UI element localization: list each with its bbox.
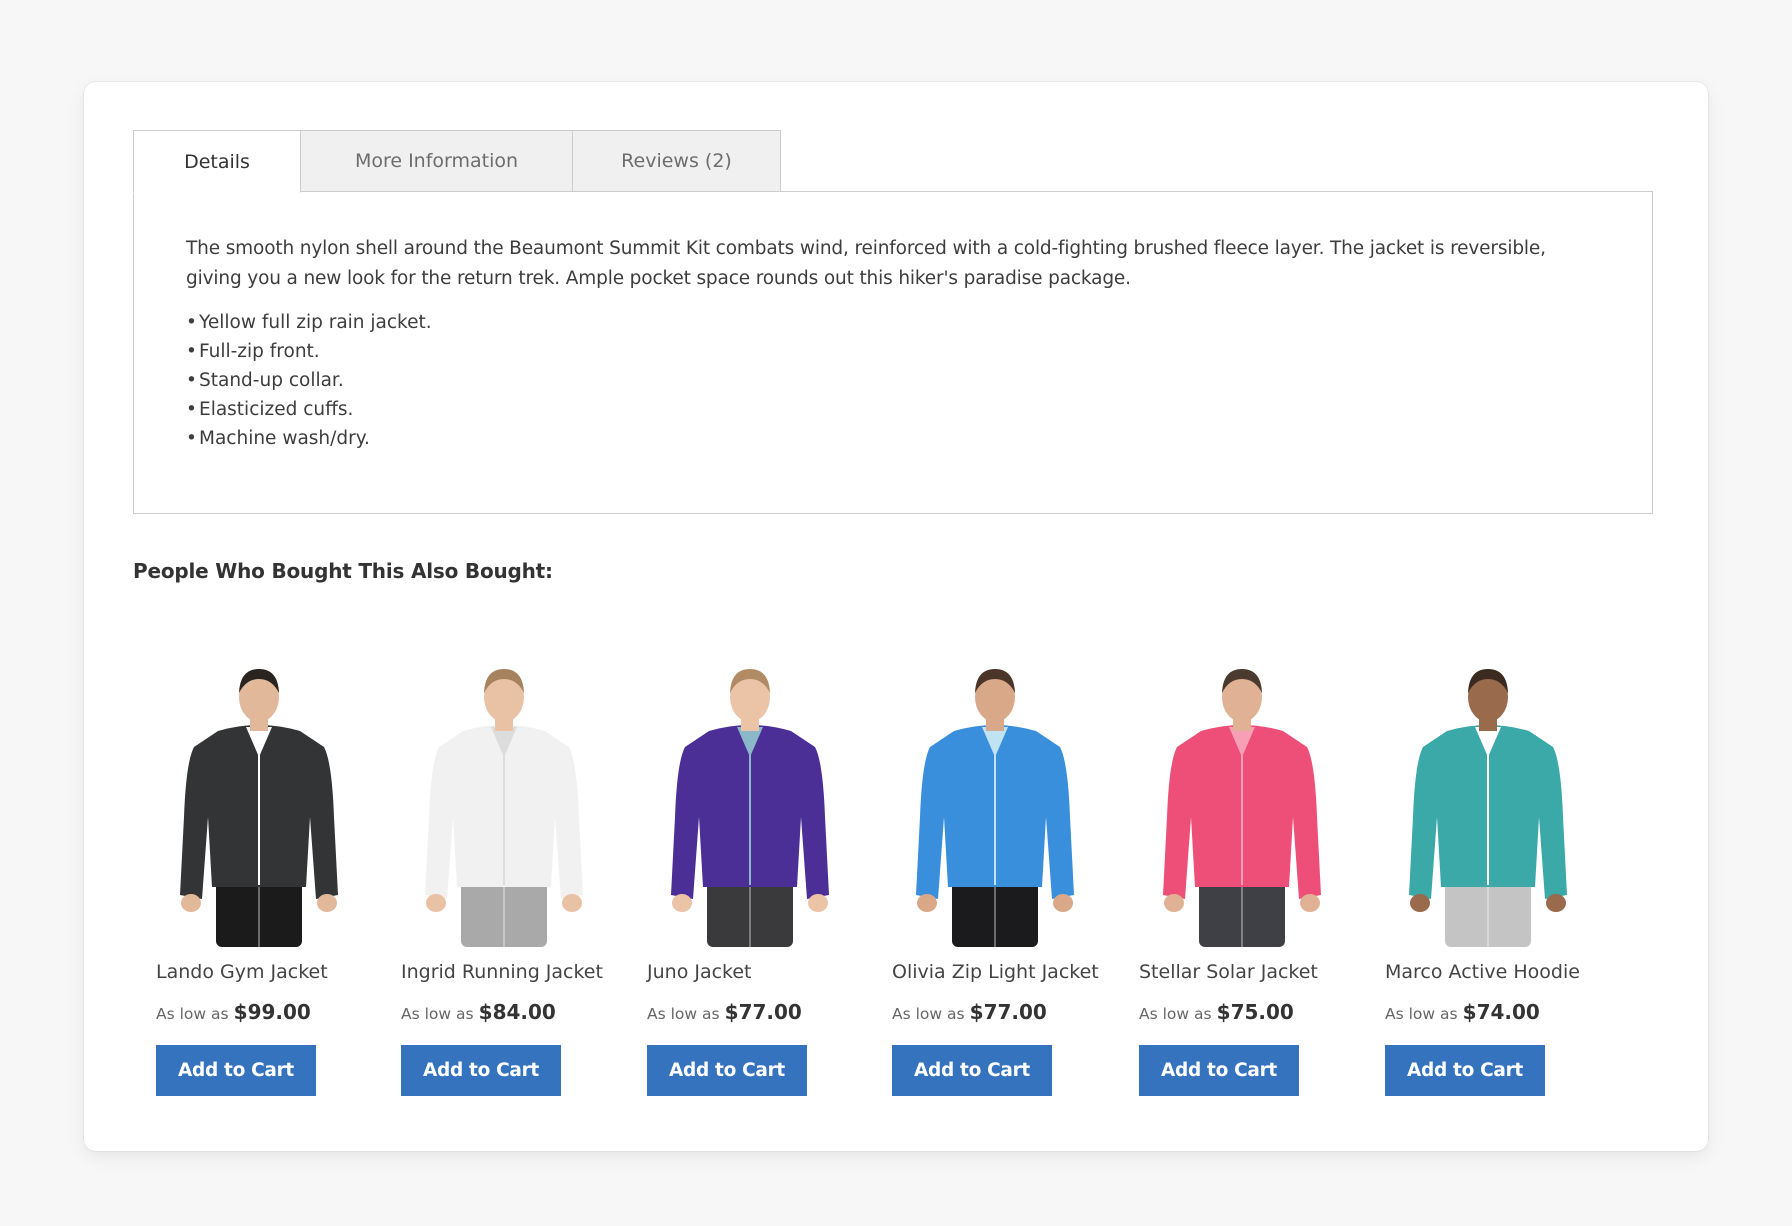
price-value: $75.00	[1216, 1000, 1294, 1024]
product-photo-figure	[916, 669, 1074, 947]
product-name-link[interactable]: Juno Jacket	[647, 961, 877, 983]
product-image[interactable]	[1383, 667, 1593, 947]
product-name-link[interactable]: Ingrid Running Jacket	[401, 961, 631, 983]
left-hand-shape	[426, 894, 446, 912]
product-name-link[interactable]: Marco Active Hoodie	[1385, 961, 1615, 983]
product-photo-figure	[1409, 669, 1567, 947]
product-image[interactable]	[399, 667, 609, 947]
product-item: Lando Gym Jacket As low as $99.00 Add to…	[156, 667, 386, 1096]
bullet-icon: •	[186, 341, 197, 362]
add-to-cart-button[interactable]: Add to Cart	[1385, 1045, 1545, 1096]
price-value: $84.00	[478, 1000, 556, 1024]
feature-text: Yellow full zip rain jacket.	[199, 312, 432, 333]
feature-text: Stand-up collar.	[199, 370, 344, 391]
price-line: As low as $74.00	[1385, 1000, 1615, 1024]
price-value: $99.00	[233, 1000, 311, 1024]
product-image[interactable]	[645, 667, 855, 947]
product-name-link[interactable]: Stellar Solar Jacket	[1139, 961, 1369, 983]
feature-item: • Stand-up collar.	[186, 366, 1600, 395]
tab-details[interactable]: Details	[133, 130, 301, 193]
right-hand-shape	[1053, 894, 1073, 912]
also-bought-heading: People Who Bought This Also Bought:	[133, 559, 553, 583]
feature-text: Machine wash/dry.	[199, 428, 370, 449]
left-hand-shape	[1164, 894, 1184, 912]
price-value: $74.00	[1462, 1000, 1540, 1024]
price-prefix: As low as	[156, 1005, 229, 1023]
product-photo-figure	[1163, 669, 1321, 947]
add-to-cart-button[interactable]: Add to Cart	[1139, 1045, 1299, 1096]
product-item: Juno Jacket As low as $77.00 Add to Cart	[647, 667, 877, 1096]
right-hand-shape	[317, 894, 337, 912]
left-hand-shape	[181, 894, 201, 912]
product-item: Olivia Zip Light Jacket As low as $77.00…	[892, 667, 1122, 1096]
feature-item: • Yellow full zip rain jacket.	[186, 308, 1600, 337]
price-line: As low as $77.00	[892, 1000, 1122, 1024]
add-to-cart-button[interactable]: Add to Cart	[401, 1045, 561, 1096]
add-to-cart-button[interactable]: Add to Cart	[647, 1045, 807, 1096]
price-line: As low as $75.00	[1139, 1000, 1369, 1024]
model-figure	[425, 669, 583, 947]
price-value: $77.00	[969, 1000, 1047, 1024]
price-line: As low as $84.00	[401, 1000, 631, 1024]
bullet-icon: •	[186, 399, 197, 420]
left-hand-shape	[917, 894, 937, 912]
product-item: Ingrid Running Jacket As low as $84.00 A…	[401, 667, 631, 1096]
product-item: Marco Active Hoodie As low as $74.00 Add…	[1385, 667, 1615, 1096]
price-prefix: As low as	[1139, 1005, 1212, 1023]
add-to-cart-button[interactable]: Add to Cart	[156, 1045, 316, 1096]
price-value: $77.00	[724, 1000, 802, 1024]
feature-item: • Machine wash/dry.	[186, 424, 1600, 453]
bullet-icon: •	[186, 370, 197, 391]
bullet-icon: •	[186, 312, 197, 333]
tab-more-information[interactable]: More Information	[300, 130, 573, 192]
price-prefix: As low as	[647, 1005, 720, 1023]
tab-details-label: Details	[184, 150, 250, 173]
product-item: Stellar Solar Jacket As low as $75.00 Ad…	[1139, 667, 1369, 1096]
model-figure	[1409, 669, 1567, 947]
model-figure	[1163, 669, 1321, 947]
feature-text: Elasticized cuffs.	[199, 399, 354, 420]
price-prefix: As low as	[1385, 1005, 1458, 1023]
price-line: As low as $77.00	[647, 1000, 877, 1024]
product-name-link[interactable]: Lando Gym Jacket	[156, 961, 386, 983]
model-figure	[671, 669, 829, 947]
product-photo-figure	[180, 669, 338, 947]
product-photo-figure	[671, 669, 829, 947]
price-line: As low as $99.00	[156, 1000, 386, 1024]
bullet-icon: •	[186, 428, 197, 449]
product-image[interactable]	[154, 667, 364, 947]
model-figure	[180, 669, 338, 947]
feature-item: • Elasticized cuffs.	[186, 395, 1600, 424]
product-info-card: Details More Information Reviews (2) The…	[84, 82, 1708, 1151]
product-description: The smooth nylon shell around the Beaumo…	[186, 238, 1546, 289]
right-hand-shape	[808, 894, 828, 912]
left-hand-shape	[672, 894, 692, 912]
tab-more-information-label: More Information	[354, 150, 519, 172]
model-figure	[916, 669, 1074, 947]
product-image[interactable]	[1137, 667, 1347, 947]
details-panel: The smooth nylon shell around the Beaumo…	[133, 191, 1653, 514]
right-hand-shape	[562, 894, 582, 912]
left-hand-shape	[1410, 894, 1430, 912]
product-tabs: Details More Information Reviews (2)	[133, 130, 781, 193]
right-hand-shape	[1300, 894, 1320, 912]
price-prefix: As low as	[401, 1005, 474, 1023]
feature-item: • Full-zip front.	[186, 337, 1600, 366]
add-to-cart-button[interactable]: Add to Cart	[892, 1045, 1052, 1096]
product-image[interactable]	[890, 667, 1100, 947]
feature-text: Full-zip front.	[199, 341, 320, 362]
right-hand-shape	[1546, 894, 1566, 912]
product-name-link[interactable]: Olivia Zip Light Jacket	[892, 961, 1122, 983]
price-prefix: As low as	[892, 1005, 965, 1023]
tab-reviews-label: Reviews (2)	[621, 150, 732, 172]
product-photo-figure	[425, 669, 583, 947]
tab-reviews[interactable]: Reviews (2)	[572, 130, 781, 192]
feature-list: • Yellow full zip rain jacket. • Full-zip …	[186, 308, 1600, 453]
